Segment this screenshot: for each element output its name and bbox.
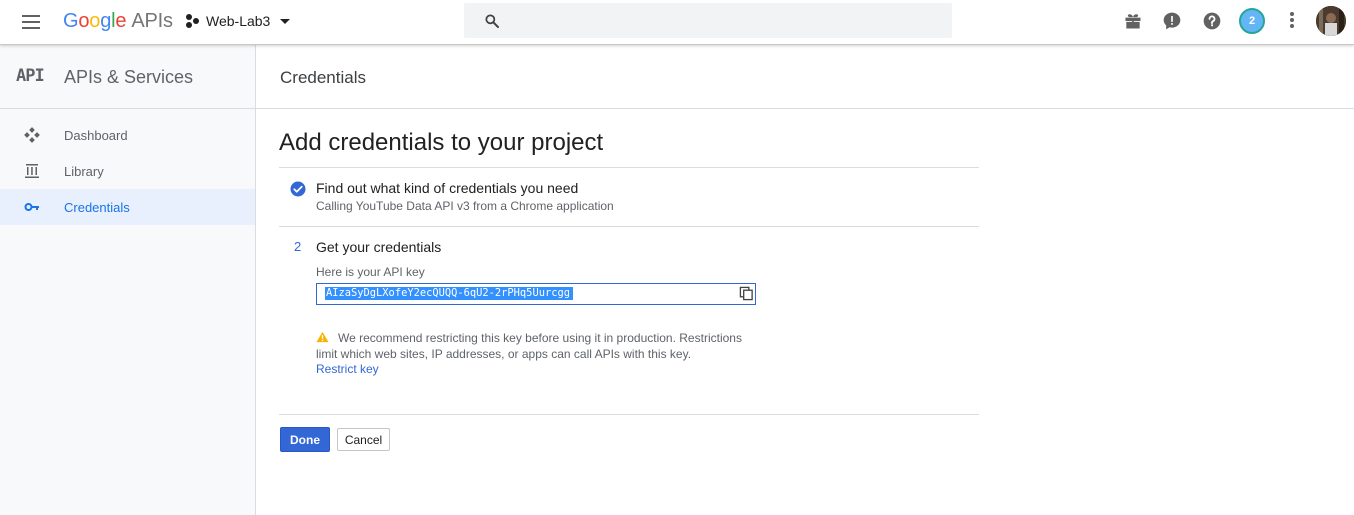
done-button[interactable]: Done [280,427,330,452]
api-key-value[interactable]: AIzaSyDgLXofeY2ecQUQQ-6qU2-2rPHq5Uurcgg [325,287,573,300]
help-icon[interactable] [1202,11,1222,31]
left-sidebar: API APIs & Services Dashboard Library Cr… [0,45,256,515]
sidebar-item-dashboard[interactable]: Dashboard [0,117,255,153]
divider [279,226,979,227]
api-key-label: Here is your API key [316,265,425,279]
project-icon [185,13,201,29]
sidebar-header: API APIs & Services [0,45,255,109]
sidebar-item-library[interactable]: Library [0,153,255,189]
project-name: Web-Lab3 [206,13,271,29]
cancel-button[interactable]: Cancel [337,428,390,451]
main-header: Credentials [256,45,1354,109]
divider [279,414,979,415]
user-avatar[interactable] [1316,6,1346,36]
google-apis-logo[interactable]: Google APIs [63,10,173,33]
search-icon [485,14,499,28]
api-badge: API [16,66,45,86]
warning-message: We recommend restricting this key before… [316,331,742,361]
avatar-image [1316,6,1346,36]
feedback-icon[interactable] [1162,11,1182,31]
search-input[interactable] [514,3,948,40]
restrict-key-link[interactable]: Restrict key [316,362,379,376]
gift-icon[interactable] [1123,11,1143,31]
divider [279,167,979,168]
sidebar-item-credentials[interactable]: Credentials [0,189,255,225]
hamburger-menu-icon[interactable] [20,12,44,32]
step2-number: 2 [294,239,302,254]
check-circle-icon [290,181,306,197]
api-key-field[interactable]: AIzaSyDgLXofeY2ecQUQQ-6qU2-2rPHq5Uurcgg [316,283,756,305]
key-icon [24,203,39,211]
header-title: Credentials [280,68,366,87]
sidebar-item-label: Dashboard [64,128,128,143]
step1-subtitle: Calling YouTube Data API v3 from a Chrom… [316,199,614,213]
copy-icon[interactable] [739,286,754,301]
page-title: Add credentials to your project [279,129,604,156]
search-bar[interactable] [464,3,952,40]
sidebar-item-label: Credentials [64,200,130,215]
top-app-bar: Google APIs Web-Lab3 2 [0,0,1354,45]
dashboard-icon [24,127,40,143]
project-selector[interactable]: Web-Lab3 [185,11,291,31]
sidebar-title: APIs & Services [64,67,194,87]
library-icon [25,164,39,178]
notification-badge[interactable]: 2 [1239,8,1265,34]
kebab-menu-icon[interactable] [1289,12,1295,32]
step2-title: Get your credentials [316,239,442,255]
step1-title: Find out what kind of credentials you ne… [316,180,579,196]
chevron-down-icon [280,18,291,24]
sidebar-item-label: Library [64,164,104,179]
